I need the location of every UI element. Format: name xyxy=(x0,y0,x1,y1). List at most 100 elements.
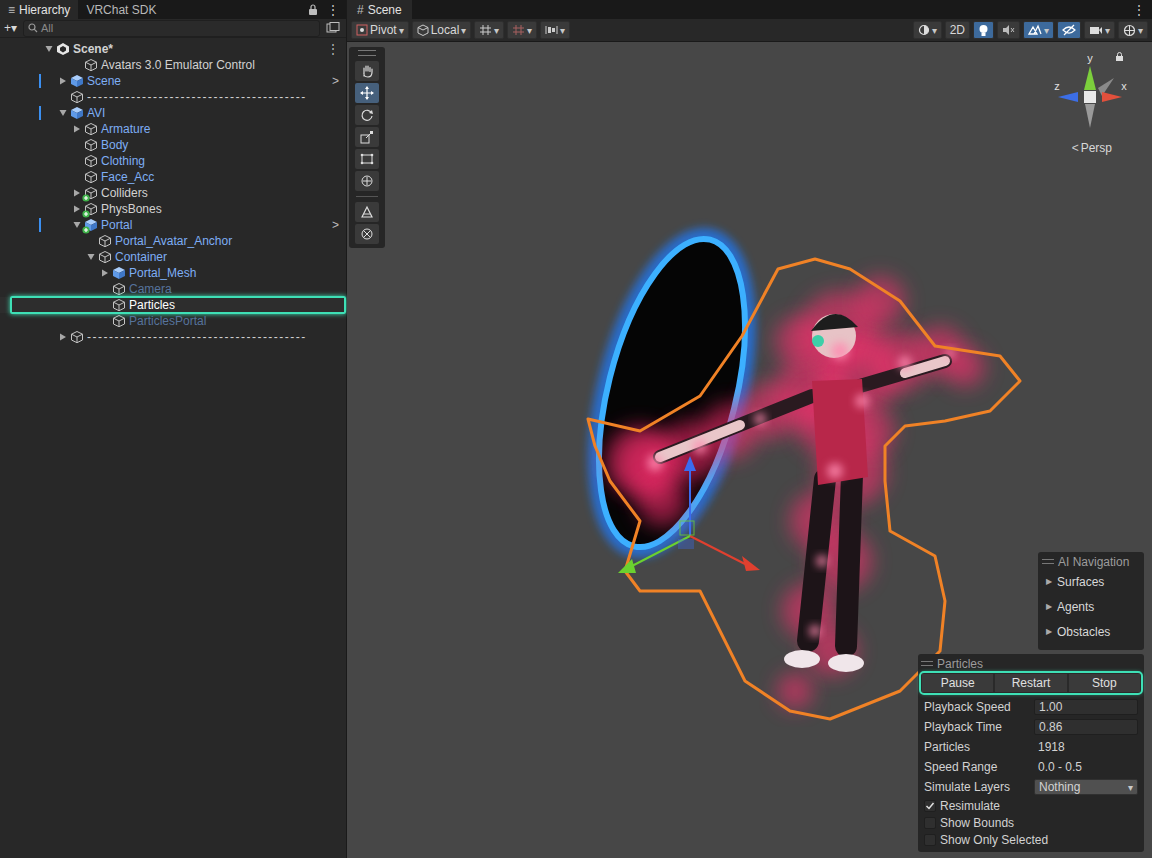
panel-tab[interactable]: VRChat SDK xyxy=(78,0,164,19)
playback-button[interactable]: Restart xyxy=(994,673,1067,693)
foldout-toggle[interactable] xyxy=(56,109,70,117)
view-toggle[interactable] xyxy=(973,21,994,39)
hierarchy-row[interactable]: Container xyxy=(0,249,346,265)
foldout-item[interactable]: ▶Obstacles xyxy=(1042,619,1140,644)
hierarchy-row[interactable]: Face_Acc xyxy=(0,169,346,185)
hierarchy-row[interactable]: ParticlesPortal xyxy=(0,313,346,329)
view-toggle[interactable]: ▾ xyxy=(1118,21,1148,39)
view-toggle[interactable]: ▾ xyxy=(1084,21,1115,39)
view-toggle[interactable] xyxy=(1057,21,1081,39)
hierarchy-row[interactable]: Scene*⋮ xyxy=(0,41,346,57)
tool-button[interactable] xyxy=(355,171,379,191)
foldout-toggle[interactable] xyxy=(84,253,98,261)
hierarchy-row[interactable]: ---------------------------------------- xyxy=(0,329,346,345)
tool-button[interactable] xyxy=(355,224,379,244)
option-checkbox[interactable]: Resimulate xyxy=(921,797,1141,814)
toolbar-dropdown[interactable]: ▾ xyxy=(540,21,570,39)
row-action[interactable]: ⋮ xyxy=(320,42,346,56)
row-action[interactable]: > xyxy=(325,218,346,232)
panel-menu-button[interactable]: ⋮ xyxy=(324,0,342,19)
foldout-arrow-icon[interactable] xyxy=(101,269,109,277)
hierarchy-row[interactable]: Avatars 3.0 Emulator Control xyxy=(0,57,346,73)
foldout-arrow-icon[interactable] xyxy=(73,125,81,133)
toolbar-dropdown[interactable]: Pivot▾ xyxy=(351,21,409,39)
row-action[interactable]: > xyxy=(325,74,346,88)
layers-dropdown[interactable]: Nothing▾ xyxy=(1034,779,1138,795)
view-toggle[interactable]: ▾ xyxy=(1023,21,1054,39)
hierarchy-row[interactable]: AVI xyxy=(0,105,346,121)
tool-button[interactable] xyxy=(355,127,379,147)
option-checkbox[interactable]: Show Bounds xyxy=(921,814,1141,831)
foldout-toggle[interactable] xyxy=(70,189,84,197)
hierarchy-row[interactable]: Scene> xyxy=(0,73,346,89)
hierarchy-row[interactable]: PhysBones xyxy=(0,201,346,217)
tool-button[interactable] xyxy=(355,149,379,169)
orientation-gizmo[interactable]: yzx xyxy=(1050,52,1130,136)
toolbar-dropdown[interactable]: ▾ xyxy=(507,21,537,39)
playback-button[interactable]: Pause xyxy=(921,673,994,693)
overlay-grip[interactable] xyxy=(1042,559,1054,564)
foldout-item[interactable]: ▶Agents xyxy=(1042,594,1140,619)
object-name: PhysBones xyxy=(101,202,346,216)
foldout-toggle[interactable] xyxy=(42,45,56,53)
foldout-arrow-icon[interactable] xyxy=(73,189,81,197)
foldout-arrow-icon[interactable] xyxy=(87,253,95,261)
hierarchy-row[interactable]: Portal> xyxy=(0,217,346,233)
overlay-grip[interactable] xyxy=(921,661,933,666)
hierarchy-row[interactable]: Camera xyxy=(0,281,346,297)
playback-button[interactable]: Stop xyxy=(1068,673,1141,693)
create-button[interactable]: +▾ xyxy=(4,21,17,35)
panel-menu-button[interactable]: ⋮ xyxy=(1130,0,1148,19)
overlay-grip[interactable] xyxy=(358,50,376,56)
gizmos-globe-icon xyxy=(1123,24,1136,37)
hierarchy-row[interactable]: Portal_Avatar_Anchor xyxy=(0,233,346,249)
checkbox[interactable] xyxy=(924,817,936,829)
option-checkbox[interactable]: Show Only Selected xyxy=(921,831,1141,848)
view-toggle[interactable]: 2D xyxy=(945,21,970,39)
foldout-arrow-icon[interactable] xyxy=(59,333,67,341)
tool-button[interactable] xyxy=(355,83,379,103)
projection-toggle[interactable]: <Persp xyxy=(1072,141,1112,155)
foldout-toggle[interactable] xyxy=(70,125,84,133)
checkbox[interactable] xyxy=(924,834,936,846)
hierarchy-row[interactable]: Portal_Mesh xyxy=(0,265,346,281)
toolbar-dropdown[interactable]: Local▾ xyxy=(412,21,472,39)
tool-button[interactable] xyxy=(355,202,379,222)
hierarchy-row[interactable]: Body xyxy=(0,137,346,153)
foldout-arrow-icon[interactable] xyxy=(73,221,81,229)
gameobject-cube-icon xyxy=(112,314,126,328)
hierarchy-row[interactable]: Clothing xyxy=(0,153,346,169)
overlay-title[interactable]: Particles xyxy=(921,656,1141,671)
lock-icon[interactable] xyxy=(308,4,318,15)
search-field[interactable]: All xyxy=(23,20,320,37)
hierarchy-row[interactable]: Colliders xyxy=(0,185,346,201)
hierarchy-row[interactable]: ---------------------------------------- xyxy=(0,89,346,105)
panel-tab[interactable]: ≡Hierarchy xyxy=(0,0,78,19)
view-toggle[interactable]: ▾ xyxy=(913,21,942,39)
foldout-arrow-icon[interactable] xyxy=(59,109,67,117)
foldout-toggle[interactable] xyxy=(56,77,70,85)
scene-tab[interactable]: #Scene xyxy=(347,0,412,19)
foldout-arrow-icon[interactable] xyxy=(59,77,67,85)
foldout-arrow-icon[interactable] xyxy=(45,45,53,53)
overlay-title[interactable]: AI Navigation xyxy=(1042,554,1140,569)
checkbox[interactable] xyxy=(924,800,936,812)
foldout-toggle[interactable] xyxy=(98,269,112,277)
scene-viewport[interactable]: yzx <Persp AI Navigation▶Surfaces▶Agents▶O… xyxy=(347,42,1152,858)
move-handle-gizmo[interactable] xyxy=(618,456,760,573)
tool-button[interactable] xyxy=(355,61,379,81)
axis-gizmo-icon[interactable]: yzx xyxy=(1050,52,1130,136)
hierarchy-row[interactable]: Particles xyxy=(0,297,346,313)
foldout-toggle[interactable] xyxy=(70,221,84,229)
foldout-item[interactable]: ▶Surfaces xyxy=(1042,569,1140,594)
view-toggle[interactable] xyxy=(997,21,1020,39)
scene-visibility-icon[interactable] xyxy=(326,22,340,34)
foldout-toggle[interactable] xyxy=(56,333,70,341)
tool-button[interactable] xyxy=(355,105,379,125)
number-input[interactable]: 0.86 xyxy=(1034,719,1138,735)
foldout-arrow-icon[interactable] xyxy=(73,205,81,213)
hierarchy-row[interactable]: Armature xyxy=(0,121,346,137)
number-input[interactable]: 1.00 xyxy=(1034,699,1138,715)
toolbar-dropdown[interactable]: ▾ xyxy=(474,21,504,39)
foldout-toggle[interactable] xyxy=(70,205,84,213)
